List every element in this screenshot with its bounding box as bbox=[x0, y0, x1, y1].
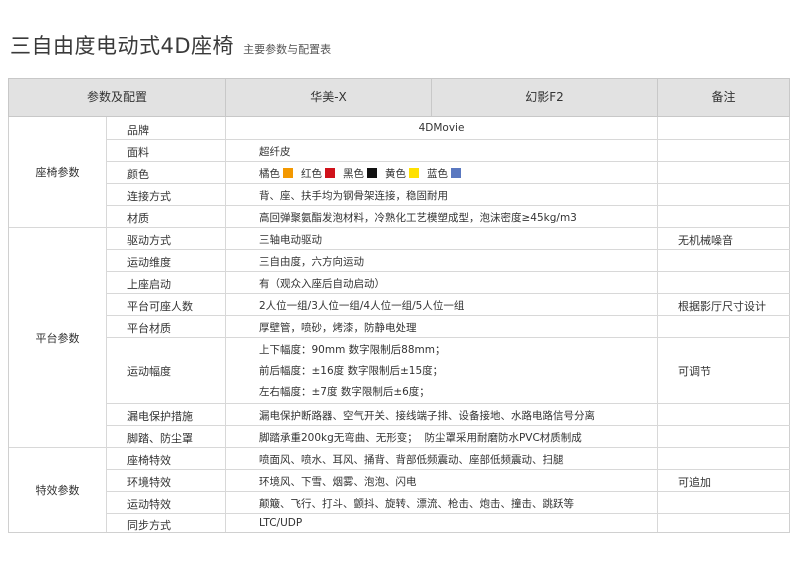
title-main: 三自由度电动式4D座椅 bbox=[10, 34, 235, 58]
value-connection: 背、座、扶手均为钢骨架连接，稳固耐用 bbox=[259, 190, 448, 202]
label-seat-effects: 座椅特效 bbox=[127, 454, 171, 467]
value-amplitude-vertical: 上下幅度：90mm 数字限制后88mm； bbox=[259, 344, 446, 356]
label-sync: 同步方式 bbox=[127, 519, 171, 532]
orange-swatch-icon bbox=[283, 168, 293, 178]
category-platform: 平台参数 bbox=[35, 331, 80, 345]
value-boarding: 有（观众入座后自动启动） bbox=[259, 278, 385, 290]
header-model-huamei: 华美-X bbox=[310, 90, 347, 104]
value-leakage: 漏电保护断路器、空气开关、接线端子排、设备接地、水路电路信号分离 bbox=[259, 410, 595, 422]
black-swatch-icon bbox=[367, 168, 377, 178]
value-footrest: 脚踏承重200kg无弯曲、无形变； 防尘罩采用耐磨防水PVC材质制成 bbox=[259, 432, 582, 444]
header-params: 参数及配置 bbox=[86, 90, 147, 104]
value-amplitude-roll: 左右幅度：±7度 数字限制后±6度； bbox=[259, 386, 430, 398]
value-seat-effects: 喷面风、喷水、耳风、捅背、背部低频震动、座部低频震动、扫腿 bbox=[259, 454, 564, 466]
color-name-red: 红色 bbox=[301, 168, 322, 180]
page-title: 三自由度电动式4D座椅 主要参数与配置表 bbox=[10, 30, 331, 60]
label-connection: 连接方式 bbox=[127, 190, 171, 203]
color-name-blue: 蓝色 bbox=[427, 168, 448, 180]
label-motion-effects: 运动特效 bbox=[127, 498, 171, 511]
label-color: 颜色 bbox=[127, 168, 149, 181]
note-amplitude: 可调节 bbox=[678, 365, 711, 378]
value-drive: 三轴电动驱动 bbox=[259, 234, 322, 246]
label-boarding: 上座启动 bbox=[127, 278, 171, 291]
label-platform-material: 平台材质 bbox=[127, 322, 171, 335]
yellow-swatch-icon bbox=[409, 168, 419, 178]
table-header: 参数及配置 华美-X 幻影F2 备注 bbox=[8, 78, 790, 117]
label-material: 材质 bbox=[127, 212, 149, 225]
value-dimension: 三自由度，六方向运动 bbox=[259, 256, 364, 268]
value-env-effects: 环境风、下雪、烟雾、泡泡、闪电 bbox=[259, 476, 417, 488]
color-name-black: 黑色 bbox=[343, 168, 364, 180]
label-footrest: 脚踏、防尘罩 bbox=[127, 432, 193, 445]
label-capacity: 平台可座人数 bbox=[127, 300, 193, 313]
red-swatch-icon bbox=[325, 168, 335, 178]
label-amplitude: 运动幅度 bbox=[127, 365, 171, 378]
color-name-orange: 橘色 bbox=[259, 168, 280, 180]
header-notes: 备注 bbox=[711, 90, 736, 104]
value-sync: LTC/UDP bbox=[259, 517, 303, 529]
value-platform-material: 厚壁管，喷砂，烤漆，防静电处理 bbox=[259, 322, 417, 334]
spec-table: 座椅参数 平台参数 特效参数 品牌 4DMovie 面料 超纤皮 颜色 橘色 红色… bbox=[8, 117, 790, 533]
label-env-effects: 环境特效 bbox=[127, 476, 171, 489]
value-brand: 4DMovie bbox=[418, 122, 465, 134]
category-effects: 特效参数 bbox=[35, 484, 80, 497]
note-capacity: 根据影厅尺寸设计 bbox=[678, 300, 766, 313]
value-material: 高回弹聚氨酯发泡材料，冷熟化工艺模塑成型，泡沫密度≥45kg/m3 bbox=[259, 212, 577, 224]
value-capacity: 2人位一组/3人位一组/4人位一组/5人位一组 bbox=[259, 300, 465, 312]
color-name-yellow: 黄色 bbox=[385, 168, 406, 180]
value-motion-effects: 颠簸、飞行、打斗、颤抖、旋转、漂流、枪击、炮击、撞击、跳跃等 bbox=[259, 498, 574, 510]
value-fabric: 超纤皮 bbox=[259, 146, 291, 158]
title-subtitle: 主要参数与配置表 bbox=[243, 43, 332, 56]
category-seat: 座椅参数 bbox=[35, 166, 80, 179]
blue-swatch-icon bbox=[451, 168, 461, 178]
value-amplitude-pitch: 前后幅度：±16度 数字限制后±15度； bbox=[259, 365, 444, 377]
value-color-swatches: 橘色 红色 黑色 黄色 蓝色 bbox=[259, 166, 469, 181]
label-dimension: 运动维度 bbox=[127, 256, 171, 269]
label-brand: 品牌 bbox=[127, 124, 149, 137]
note-drive: 无机械噪音 bbox=[678, 234, 733, 247]
header-model-huanying: 幻影F2 bbox=[525, 90, 564, 104]
label-fabric: 面料 bbox=[127, 146, 149, 159]
note-env-effects: 可追加 bbox=[678, 476, 711, 489]
label-drive: 驱动方式 bbox=[127, 234, 171, 247]
label-leakage: 漏电保护措施 bbox=[127, 410, 193, 423]
